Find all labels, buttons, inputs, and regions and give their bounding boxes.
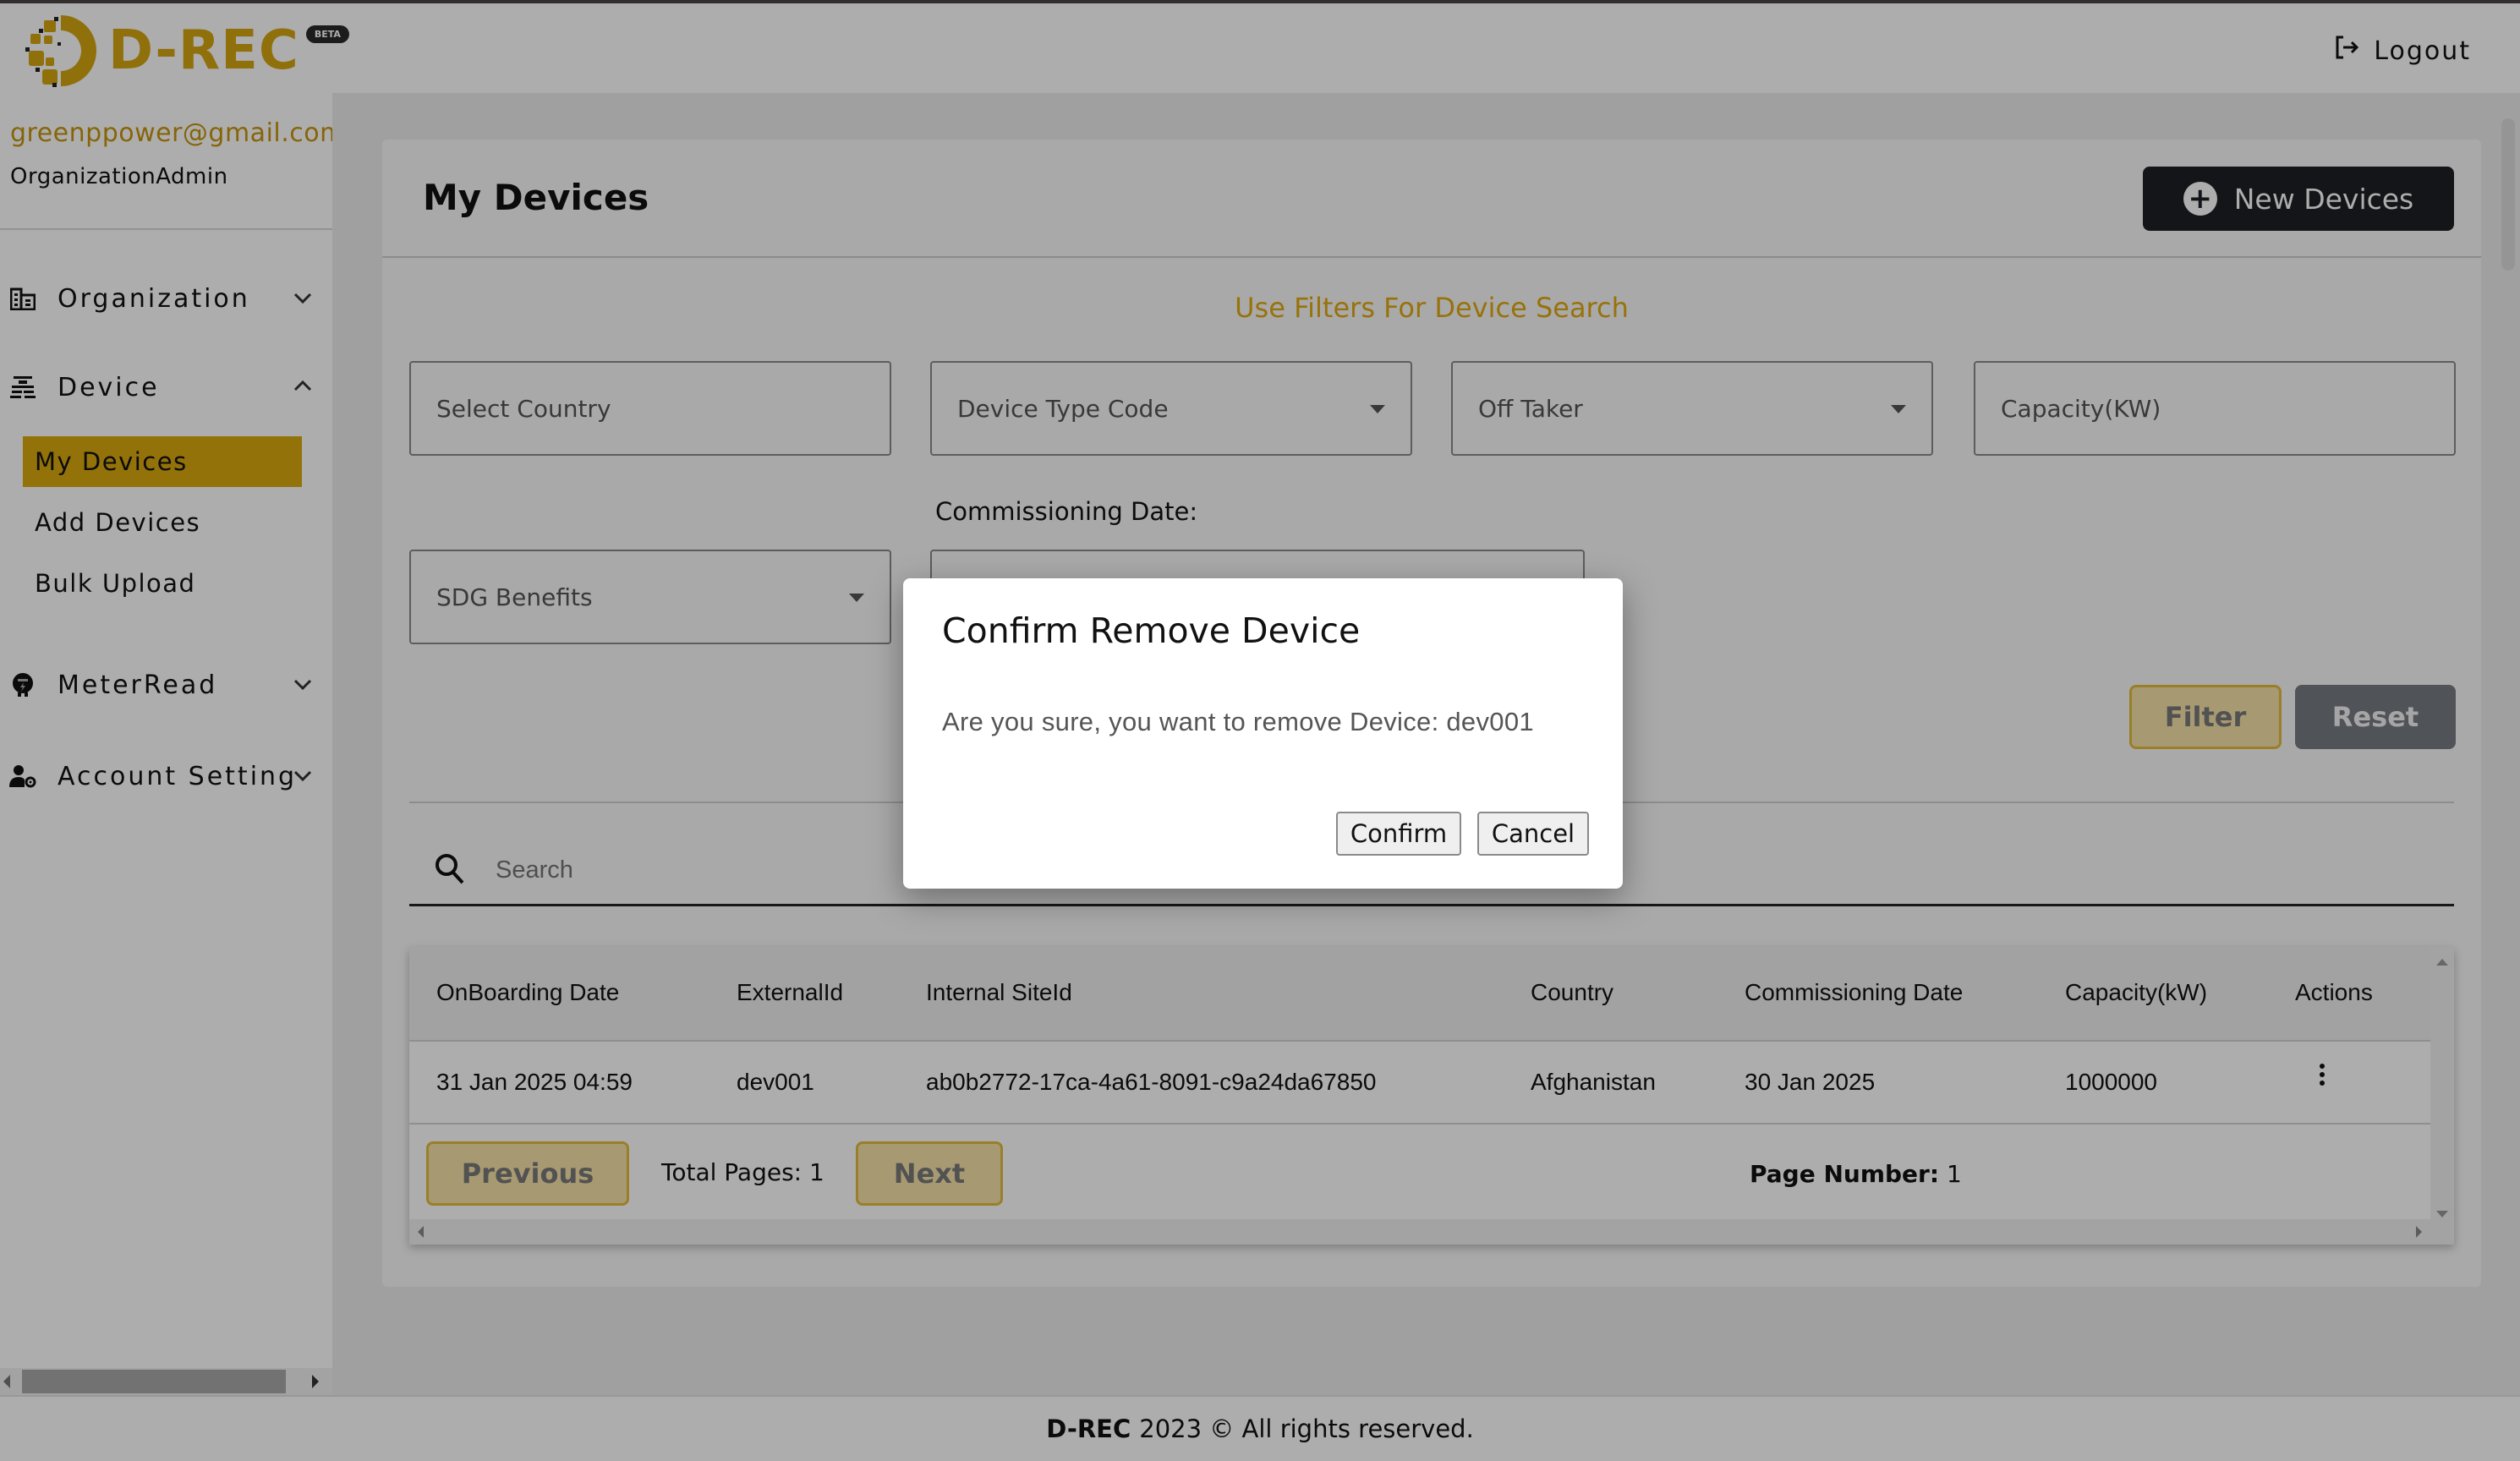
confirm-button[interactable]: Confirm [1336,812,1461,856]
dialog-title: Confirm Remove Device [942,610,1361,651]
confirm-remove-dialog: Confirm Remove Device Are you sure, you … [903,578,1623,889]
dialog-message: Are you sure, you want to remove Device:… [942,707,1534,736]
cancel-button[interactable]: Cancel [1477,812,1589,856]
